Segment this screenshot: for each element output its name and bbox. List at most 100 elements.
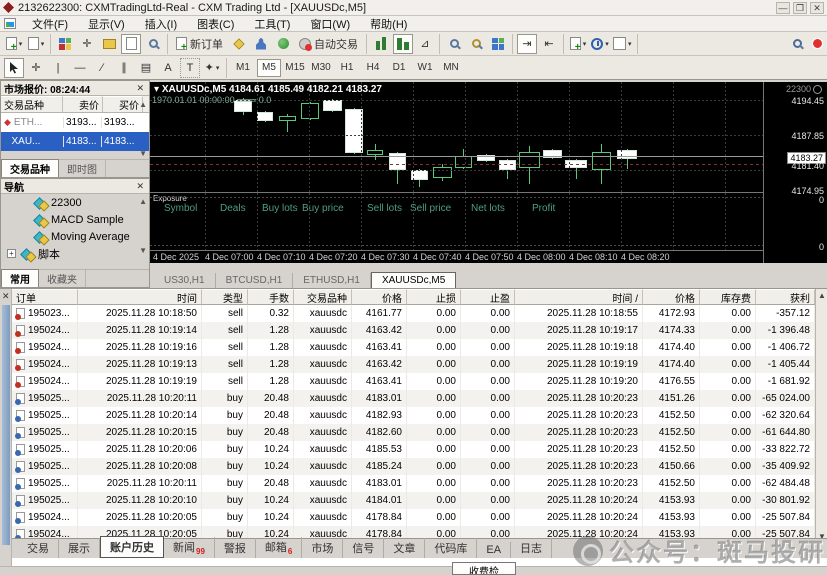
profiles-button[interactable]: ▾	[26, 34, 46, 54]
menu-帮助H[interactable]: 帮助(H)	[360, 18, 417, 32]
zoom-in-button[interactable]	[444, 34, 464, 54]
timeframe-H4[interactable]: H4	[361, 59, 385, 77]
history-col-11[interactable]: 获利	[756, 289, 815, 305]
fibonacci-tool[interactable]: ▤	[136, 58, 156, 78]
timeframe-M30[interactable]: M30	[309, 59, 333, 77]
chart-price-axis[interactable]: 22300 4194.454187.854183.274181.404174.9…	[763, 82, 827, 263]
menu-插入I[interactable]: 插入(I)	[135, 18, 187, 32]
menu-窗口W[interactable]: 窗口(W)	[300, 18, 360, 32]
history-row[interactable]: 195024...2025.11.28 10:19:19sell1.28xauu…	[12, 373, 815, 390]
exposure-indicator-pane[interactable]: Exposure SymbolDealsBuy lotsBuy priceSel…	[150, 192, 763, 250]
history-col-1[interactable]: 时间	[78, 289, 202, 305]
history-row[interactable]: 195025...2025.11.28 10:20:08buy10.24xauu…	[12, 458, 815, 475]
minimize-button[interactable]: —	[776, 2, 790, 14]
history-row[interactable]: 195025...2025.11.28 10:20:06buy10.24xauu…	[12, 441, 815, 458]
history-col-0[interactable]: 订单	[12, 289, 78, 305]
channel-tool[interactable]: ∥	[114, 58, 134, 78]
publisher-button[interactable]	[251, 34, 271, 54]
search-icon[interactable]	[787, 34, 807, 54]
strategy-tester-toggle[interactable]	[143, 34, 163, 54]
terminal-tab-警报[interactable]: 警报	[215, 538, 256, 558]
chart-time-axis[interactable]: 4 Dec 20254 Dec 07:004 Dec 07:104 Dec 07…	[150, 250, 763, 263]
chart-tab-US30-H1[interactable]: US30,H1	[154, 273, 216, 288]
terminal-tab-文章[interactable]: 文章	[384, 538, 425, 558]
terminal-close-icon[interactable]: ✕	[2, 291, 10, 302]
chart-tab-BTCUSD-H1[interactable]: BTCUSD,H1	[216, 273, 294, 288]
history-row[interactable]: 195024...2025.11.28 10:19:13sell1.28xauu…	[12, 356, 815, 373]
new-order-button[interactable]: +新订单	[172, 34, 227, 54]
restore-button[interactable]: ❐	[793, 2, 807, 14]
chart-tab-XAUUSDc-M5[interactable]: XAUUSDc,M5	[371, 272, 456, 289]
autotrading-button[interactable]: 自动交易	[295, 34, 362, 54]
history-row[interactable]: 195025...2025.11.28 10:20:11buy20.48xauu…	[12, 475, 815, 492]
timeframe-W1[interactable]: W1	[413, 59, 437, 77]
timeframe-H1[interactable]: H1	[335, 59, 359, 77]
terminal-tab-交易[interactable]: 交易	[18, 538, 59, 558]
terminal-tab-邮箱[interactable]: 邮箱6	[256, 537, 302, 558]
history-col-8[interactable]: 时间 /	[515, 289, 643, 305]
close-button[interactable]: ✕	[810, 2, 824, 14]
scroll-up-icon[interactable]: ▲	[818, 291, 826, 300]
chart-shift-button[interactable]: ⇤	[539, 34, 559, 54]
terminal-tab-信号[interactable]: 信号	[343, 538, 384, 558]
chart-plot-area[interactable]: ▾ XAUUSDc,M5 4184.61 4185.49 4182.21 418…	[150, 82, 763, 192]
indicators-button[interactable]: +▾	[568, 34, 588, 54]
history-row[interactable]: 195023...2025.11.28 10:18:50sell0.32xauu…	[12, 305, 815, 322]
market-watch-scroll-up-icon[interactable]: ▲	[139, 100, 147, 109]
terminal-tab-展示[interactable]: 展示	[59, 538, 100, 558]
terminal-toggle[interactable]	[121, 34, 141, 54]
trendline-tool[interactable]: ∕	[92, 58, 112, 78]
cursor-tool[interactable]	[4, 58, 24, 78]
navigator-tab-收藏夹[interactable]: 收藏夹	[39, 270, 86, 287]
terminal-tab-市场[interactable]: 市场	[302, 538, 343, 558]
history-row[interactable]: 195024...2025.11.28 10:19:14sell1.28xauu…	[12, 322, 815, 339]
chart-tab-ETHUSD-H1[interactable]: ETHUSD,H1	[293, 273, 371, 288]
auto-scroll-button[interactable]: ⇥	[517, 34, 537, 54]
expand-icon[interactable]: +	[7, 249, 16, 258]
line-chart-button[interactable]: ⊿	[415, 34, 435, 54]
new-chart-button[interactable]: +▾	[4, 34, 24, 54]
vertical-line-tool[interactable]: |	[48, 58, 68, 78]
market-watch-scroll-down-icon[interactable]: ▼	[139, 149, 147, 158]
history-col-10[interactable]: 库存费	[700, 289, 756, 305]
horizontal-line-tool[interactable]: —	[70, 58, 90, 78]
timeframe-M5[interactable]: M5	[257, 59, 281, 77]
market-watch-row[interactable]: ◆ETH...3193...3193...	[1, 113, 149, 132]
history-col-2[interactable]: 类型	[202, 289, 248, 305]
history-col-4[interactable]: 交易品种	[294, 289, 352, 305]
data-window-toggle[interactable]: ✛	[77, 34, 97, 54]
market-watch-row[interactable]: ↑XAU...4183...4183...	[1, 132, 149, 151]
navigator-scroll-up-icon[interactable]: ▲	[139, 197, 147, 206]
chart-collapse-icon[interactable]: ▾	[154, 84, 162, 95]
timeframe-M15[interactable]: M15	[283, 59, 307, 77]
market-watch-tab-交易品种[interactable]: 交易品种	[1, 159, 59, 177]
navigator-item-scripts[interactable]: +脚本	[1, 245, 149, 262]
timeframe-MN[interactable]: MN	[439, 59, 463, 77]
history-row[interactable]: 195024...2025.11.28 10:19:16sell1.28xauu…	[12, 339, 815, 356]
history-col-6[interactable]: 止损	[407, 289, 461, 305]
arrows-tool[interactable]: ✦▾	[202, 58, 222, 78]
menu-显示V[interactable]: 显示(V)	[78, 18, 135, 32]
notification-badge[interactable]	[812, 38, 823, 49]
periods-button[interactable]: ▾	[590, 34, 610, 54]
timeframe-M1[interactable]: M1	[231, 59, 255, 77]
bar-chart-button[interactable]	[371, 34, 391, 54]
terminal-tab-日志[interactable]: 日志	[511, 538, 552, 558]
menu-工具T[interactable]: 工具(T)	[244, 18, 300, 32]
refresh-button[interactable]	[273, 34, 293, 54]
menu-图表C[interactable]: 图表(C)	[187, 18, 244, 32]
market-watch-col-0[interactable]: 交易品种	[1, 96, 63, 112]
history-row[interactable]: 195025...2025.11.28 10:20:10buy10.24xauu…	[12, 492, 815, 509]
market-watch-col-1[interactable]: 卖价	[63, 96, 103, 112]
navigator-close-icon[interactable]: ✕	[134, 181, 146, 192]
history-row[interactable]: 195025...2025.11.28 10:20:15buy20.48xauu…	[12, 424, 815, 441]
terminal-tab-新闻[interactable]: 新闻99	[164, 537, 215, 558]
crosshair-tool[interactable]: ✛	[26, 58, 46, 78]
terminal-tab-代码库[interactable]: 代码库	[425, 538, 477, 558]
history-row[interactable]: 195025...2025.11.28 10:20:11buy20.48xauu…	[12, 390, 815, 407]
history-col-3[interactable]: 手数	[248, 289, 294, 305]
history-row[interactable]: 195024...2025.11.28 10:20:05buy10.24xauu…	[12, 509, 815, 526]
history-scrollbar[interactable]: ▲ ▼	[815, 289, 827, 543]
terminal-tab-账户历史[interactable]: 账户历史	[100, 536, 164, 558]
market-watch-close-icon[interactable]: ✕	[134, 83, 146, 94]
